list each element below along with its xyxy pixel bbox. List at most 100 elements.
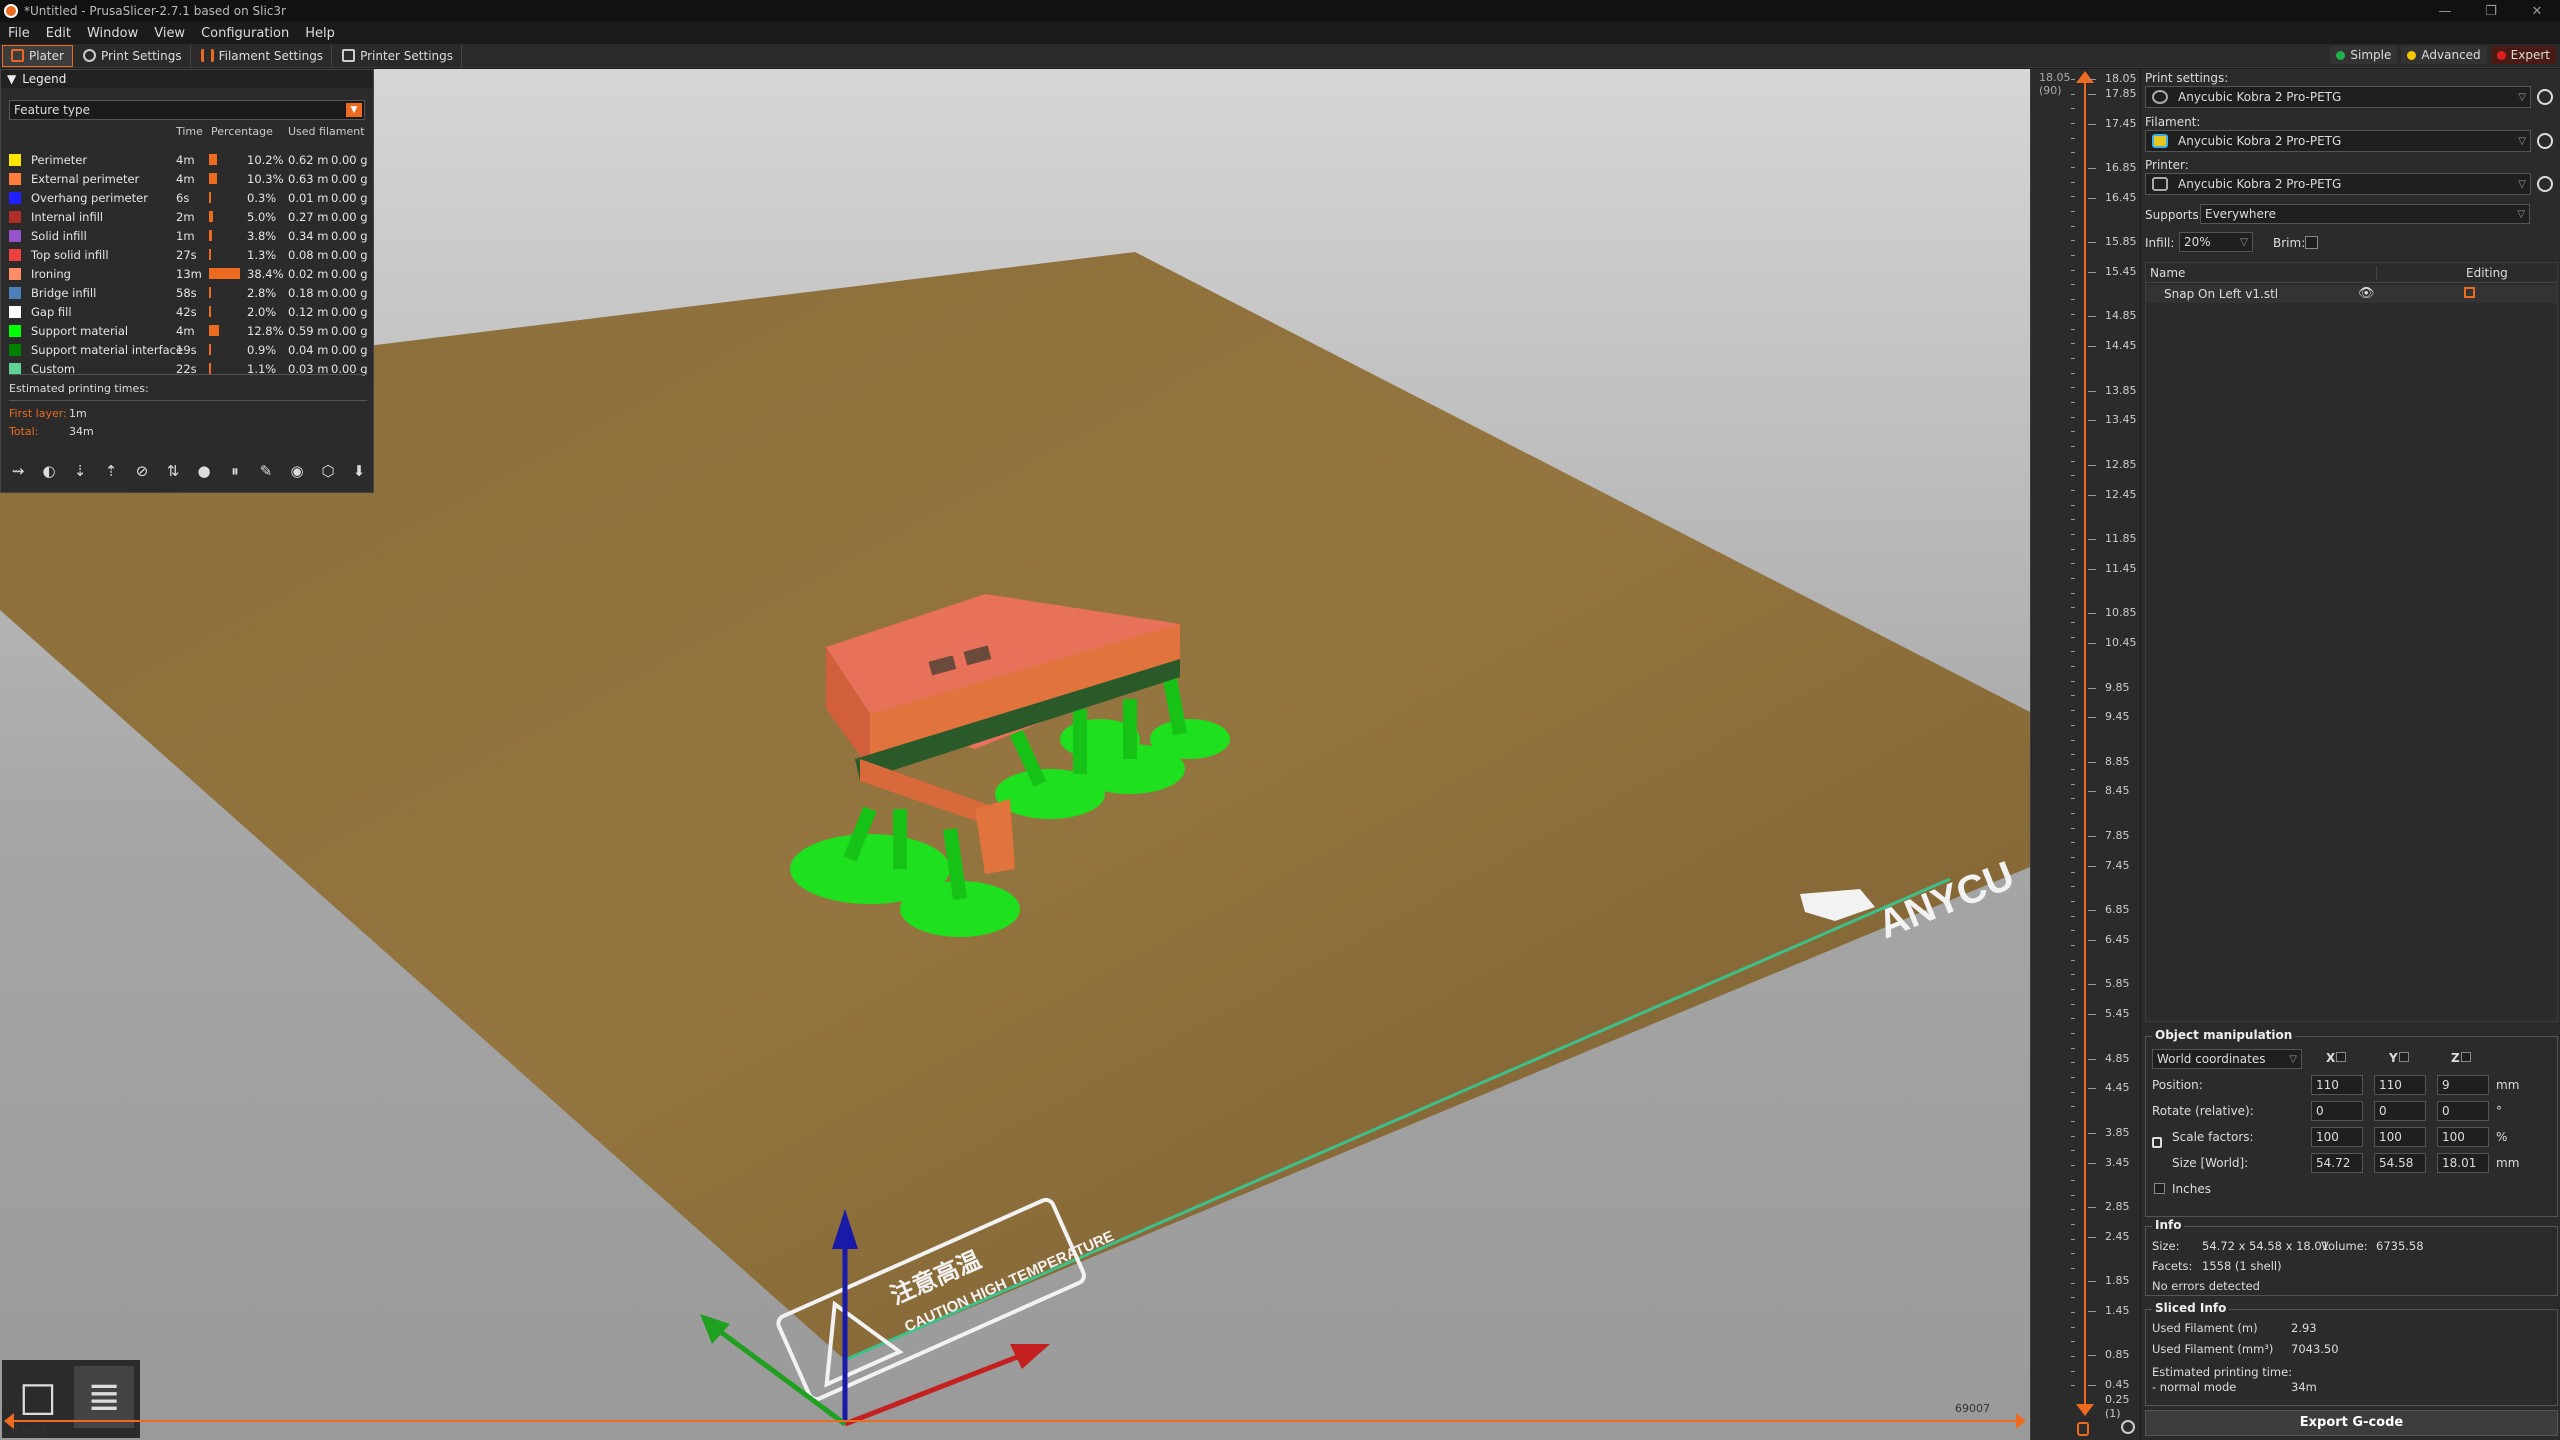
color-changes-icon[interactable]: ● xyxy=(191,458,217,484)
layer-tick-label: 3.45 xyxy=(2105,1155,2130,1169)
lock-icon[interactable] xyxy=(2077,1422,2089,1436)
layer-minor-tick xyxy=(2071,269,2075,271)
brim-checkbox[interactable] xyxy=(2305,236,2318,249)
object-row[interactable]: Snap On Left v1.stl 👁 xyxy=(2146,285,2557,303)
3d-viewport[interactable]: ANYCU 注意高温 CAUTION HIGH TEMPERATURE ▼ Le… xyxy=(0,69,2030,1440)
scale-x-input[interactable]: 100 xyxy=(2311,1127,2363,1147)
legend-row[interactable]: Top solid infill 27s 1.3% 0.08 m 0.00 g xyxy=(1,245,375,264)
tab-filament-settings[interactable]: Filament Settings xyxy=(193,44,333,67)
legend-row[interactable]: Solid infill 1m 3.8% 0.34 m 0.00 g xyxy=(1,226,375,245)
hslider-right-knob[interactable] xyxy=(2016,1413,2026,1429)
layer-minor-tick xyxy=(2071,768,2075,770)
position-y-input[interactable]: 110 xyxy=(2374,1075,2426,1095)
shells-icon[interactable]: ⬡ xyxy=(315,458,341,484)
menu-help[interactable]: Help xyxy=(297,26,343,41)
export-gcode-button[interactable]: Export G-code xyxy=(2145,1410,2558,1436)
menu-configuration[interactable]: Configuration xyxy=(193,26,297,41)
seams-icon[interactable]: ⊘ xyxy=(129,458,155,484)
infill-combo[interactable]: 20% ▽ xyxy=(2179,232,2253,252)
axis-z-checkbox[interactable] xyxy=(2461,1052,2471,1062)
menu-view[interactable]: View xyxy=(146,26,193,41)
legend-row[interactable]: Internal infill 2m 5.0% 0.27 m 0.00 g xyxy=(1,207,375,226)
edit-preset-icon[interactable] xyxy=(2537,176,2553,192)
menu-file[interactable]: File xyxy=(0,26,38,41)
close-icon[interactable]: ✕ xyxy=(2514,0,2560,22)
horizontal-slider[interactable]: 67477 69007 xyxy=(0,1400,2030,1440)
tool-changes-icon[interactable]: ⇅ xyxy=(160,458,186,484)
legend-row[interactable]: Bridge infill 58s 2.8% 0.18 m 0.00 g xyxy=(1,283,375,302)
inches-checkbox[interactable] xyxy=(2154,1183,2165,1194)
legend-feature-name: Top solid infill xyxy=(31,248,109,262)
mode-advanced[interactable]: Advanced xyxy=(2401,46,2487,64)
edit-icon[interactable] xyxy=(2464,287,2475,298)
position-z-input[interactable]: 9 xyxy=(2437,1075,2489,1095)
printer-combo[interactable]: Anycubic Kobra 2 Pro-PETG ▽ xyxy=(2145,173,2531,195)
edit-preset-icon[interactable] xyxy=(2537,89,2553,105)
legend-row[interactable]: Gap fill 42s 2.0% 0.12 m 0.00 g xyxy=(1,302,375,321)
restore-icon[interactable]: ❐ xyxy=(2468,0,2514,22)
print-settings-combo[interactable]: Anycubic Kobra 2 Pro-PETG ▽ xyxy=(2145,86,2531,108)
edit-preset-icon[interactable] xyxy=(2537,133,2553,149)
pause-icon[interactable]: ⏸ xyxy=(222,458,248,484)
layer-tick-label: 12.85 xyxy=(2105,457,2137,471)
tool-marker-icon[interactable]: ⬇ xyxy=(346,458,372,484)
layer-minor-tick xyxy=(2071,1121,2075,1123)
retractions-icon[interactable]: ⇣ xyxy=(67,458,93,484)
layer-minor-tick xyxy=(2071,1370,2075,1372)
axis-x-checkbox[interactable] xyxy=(2336,1052,2346,1062)
layer-tick-mark xyxy=(2088,1310,2096,1312)
rotate-y-input[interactable]: 0 xyxy=(2374,1101,2426,1121)
legend-row[interactable]: Custom 22s 1.1% 0.03 m 0.00 g xyxy=(1,359,375,378)
layer-top-knob[interactable] xyxy=(2076,71,2094,83)
custom-gcode-icon[interactable]: ✎ xyxy=(253,458,279,484)
travel-icon[interactable]: ⇝ xyxy=(5,458,31,484)
mode-expert[interactable]: Expert xyxy=(2490,46,2556,64)
legend-row[interactable]: Support material interface 19s 0.9% 0.04 m0… xyxy=(1,340,375,359)
rotate-x-input[interactable]: 0 xyxy=(2311,1101,2363,1121)
used-mm3-label: Used Filament (mm³) xyxy=(2152,1342,2274,1356)
layer-bottom-knob[interactable] xyxy=(2076,1404,2094,1416)
lock-icon[interactable] xyxy=(2152,1137,2162,1148)
tab-printer-settings[interactable]: Printer Settings xyxy=(334,44,463,67)
tab-plater[interactable]: Plater xyxy=(2,44,73,67)
layer-tick-mark xyxy=(2088,197,2096,199)
estimated-title: Estimated printing times: xyxy=(9,382,149,395)
coordinates-combo[interactable]: World coordinates ▽ xyxy=(2152,1049,2302,1069)
legend-row[interactable]: External perimeter 4m 10.3% 0.63 m 0.00 g xyxy=(1,169,375,188)
menu-edit[interactable]: Edit xyxy=(38,26,79,41)
minimize-icon[interactable]: — xyxy=(2422,0,2468,22)
wipe-icon[interactable]: ◐ xyxy=(36,458,62,484)
legend-feature-name: Perimeter xyxy=(31,153,88,167)
layer-minor-tick xyxy=(2071,856,2075,858)
mode-simple[interactable]: Simple xyxy=(2330,46,2398,64)
size-y-input[interactable]: 54.58 xyxy=(2374,1153,2426,1173)
layer-slider[interactable]: 18.05 (90) 18.05 17.85 17.45 16.85 16.45 15.85… xyxy=(2030,69,2140,1440)
layer-minor-tick xyxy=(2071,666,2075,668)
legend-row[interactable]: Ironing 13m 38.4% 0.02 m 0.00 g xyxy=(1,264,375,283)
center-of-gravity-icon[interactable]: ◉ xyxy=(284,458,310,484)
layer-minor-tick xyxy=(2071,1355,2075,1357)
legend-row[interactable]: Support material 4m 12.8% 0.59 m 0.00 g xyxy=(1,321,375,340)
tab-print-settings[interactable]: Print Settings xyxy=(75,44,191,67)
axis-y-checkbox[interactable] xyxy=(2399,1052,2409,1062)
layer-minor-tick xyxy=(2071,313,2075,315)
settings-cog-icon[interactable] xyxy=(2121,1420,2135,1434)
scale-y-input[interactable]: 100 xyxy=(2374,1127,2426,1147)
legend-percentage-bar xyxy=(209,230,213,241)
position-x-input[interactable]: 110 xyxy=(2311,1075,2363,1095)
plater-icon xyxy=(11,49,24,62)
rotate-z-input[interactable]: 0 xyxy=(2437,1101,2489,1121)
deretractions-icon[interactable]: ⇡ xyxy=(98,458,124,484)
size-z-input[interactable]: 18.01 xyxy=(2437,1153,2489,1173)
menu-bar: File Edit Window View Configuration Help xyxy=(0,22,2560,44)
menu-window[interactable]: Window xyxy=(79,26,146,41)
legend-header[interactable]: ▼ Legend xyxy=(1,70,373,88)
filament-combo[interactable]: Anycubic Kobra 2 Pro-PETG ▽ xyxy=(2145,130,2531,152)
view-type-combo[interactable]: Feature type ▼ xyxy=(9,100,365,120)
eye-icon[interactable]: 👁 xyxy=(2358,286,2375,301)
legend-row[interactable]: Perimeter 4m 10.2% 0.62 m 0.00 g xyxy=(1,150,375,169)
supports-combo[interactable]: Everywhere ▽ xyxy=(2200,204,2530,224)
scale-z-input[interactable]: 100 xyxy=(2437,1127,2489,1147)
size-x-input[interactable]: 54.72 xyxy=(2311,1153,2363,1173)
legend-row[interactable]: Overhang perimeter 6s 0.3% 0.01 m 0.00 g xyxy=(1,188,375,207)
